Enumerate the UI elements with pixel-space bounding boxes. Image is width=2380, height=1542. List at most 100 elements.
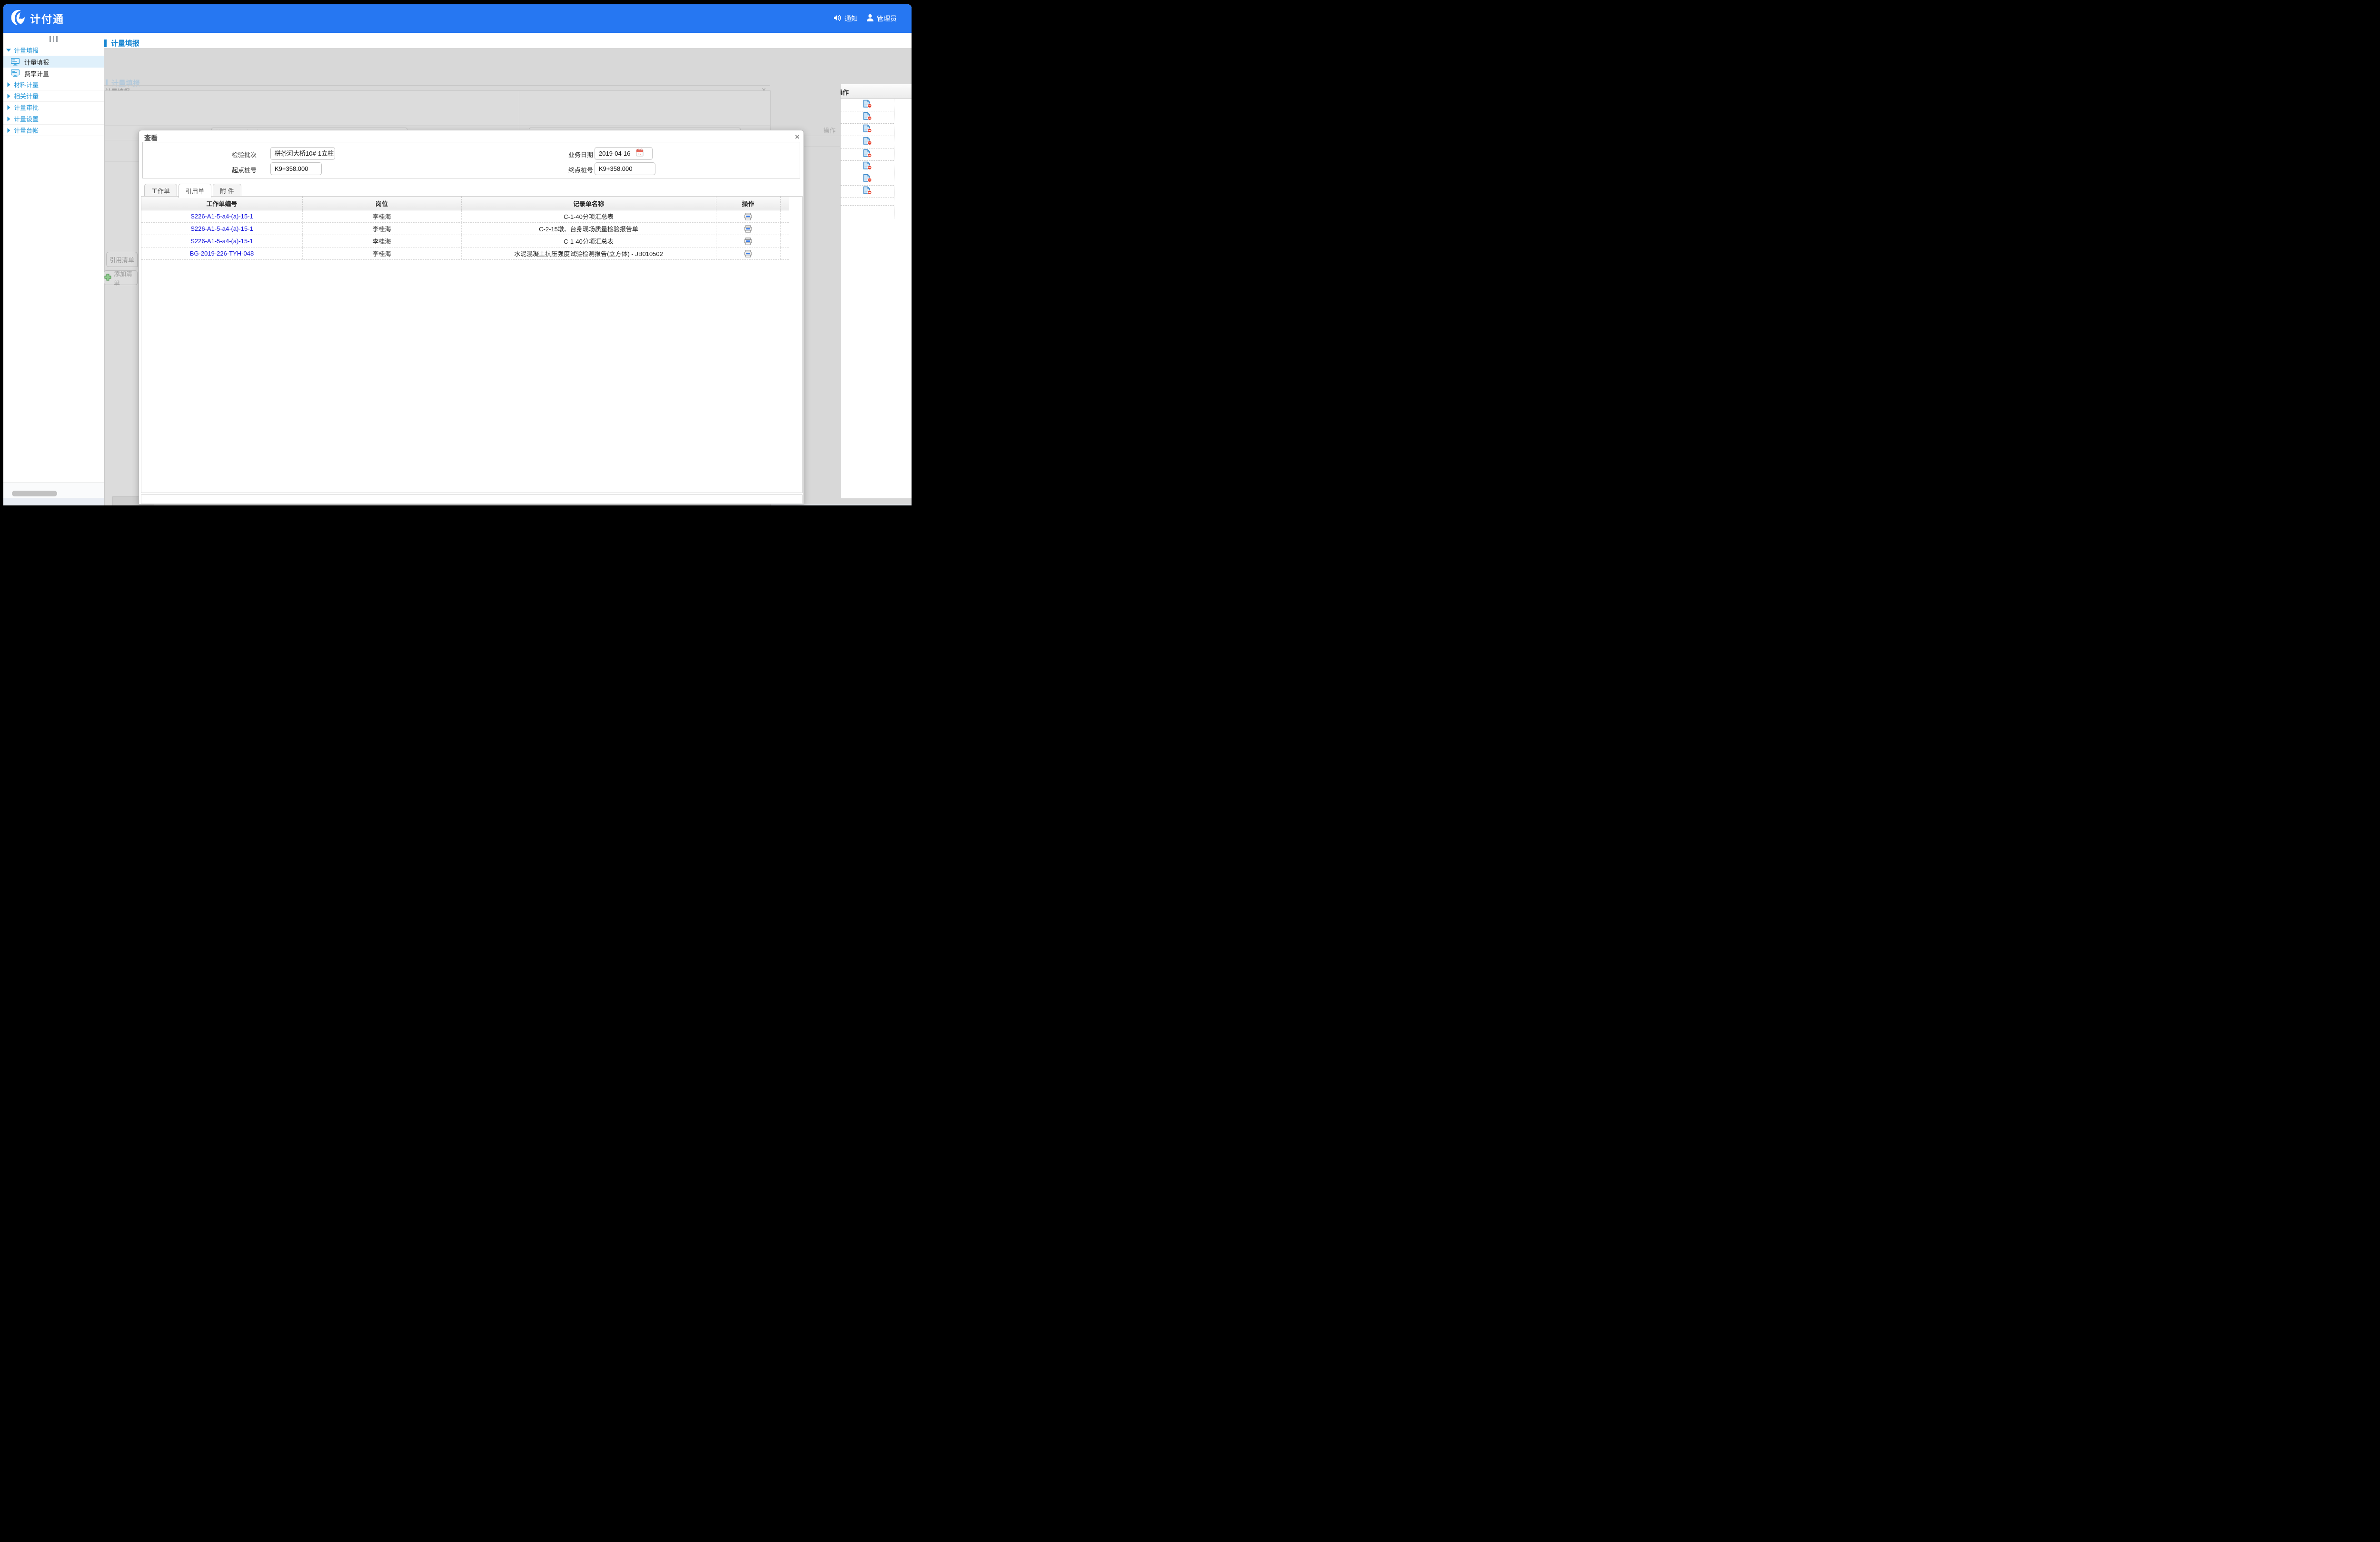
cell-record-name: C-2-15墩、台身现场质量检验报告单	[461, 223, 716, 235]
page-title-accent-bar	[104, 40, 107, 47]
cell-record-name: 水泥混凝土抗压强度试验检测报告(立方体) - JB010502	[461, 247, 716, 259]
sidebar-group-0[interactable]: 计量填报	[3, 45, 104, 56]
start-stake-input[interactable]: K9+358.000	[270, 162, 322, 175]
printer-icon[interactable]	[744, 250, 752, 257]
tab-content-panel: 工作单编号岗位记录单名称操作S226-A1-5-a4-(a)-15-1李桂海C-…	[141, 196, 803, 493]
cell-work-order: S226-A1-5-a4-(a)-15-1	[141, 210, 303, 222]
caret-right-icon	[3, 82, 14, 87]
user-label: 管理员	[877, 14, 897, 23]
cell-actions	[716, 210, 781, 222]
cell-post: 李桂海	[302, 235, 462, 247]
page-title: 计量填报	[111, 38, 139, 48]
tab-2[interactable]: 附 件	[213, 184, 241, 197]
modal-fields-panel: 检验批次 栟茶河大桥10#-1立柱 业务日期 2019-04-16 17 起点桩…	[142, 142, 800, 178]
modal-tabs: 工作单引用单附 件	[144, 184, 241, 197]
calendar-icon[interactable]: 17	[636, 148, 644, 159]
start-label: 起点桩号	[204, 165, 257, 174]
svg-text:17: 17	[638, 153, 642, 156]
sidebar-group-6[interactable]: 计量设置	[3, 113, 104, 125]
sidebar-item-label: 费率计量	[24, 69, 49, 78]
doc-remove-icon	[863, 99, 872, 110]
table-row-0: S226-A1-5-a4-(a)-15-1李桂海C-1-40分项汇总表	[141, 210, 789, 223]
sidebar-item-1-active[interactable]: 计量填报	[3, 56, 104, 68]
sidebar-scrollbar-thumb[interactable]	[12, 491, 57, 496]
sidebar-group-4[interactable]: 相关计量	[3, 90, 104, 102]
sidebar-group-5[interactable]: 计量审批	[3, 102, 104, 113]
remove-document-button[interactable]	[841, 99, 894, 111]
cell-work-order: S226-A1-5-a4-(a)-15-1	[141, 223, 303, 235]
cell-post: 李桂海	[302, 223, 462, 235]
sidebar-group-3[interactable]: 材料计量	[3, 79, 104, 90]
remove-document-button[interactable]	[841, 136, 894, 148]
quote-list-tab: 引用清单	[106, 252, 138, 267]
column-header-3: 操作	[716, 197, 781, 210]
work-order-link[interactable]: BG-2019-226-TYH-048	[190, 250, 254, 257]
reference-table: 工作单编号岗位记录单名称操作S226-A1-5-a4-(a)-15-1李桂海C-…	[141, 197, 789, 260]
remove-document-button[interactable]	[841, 111, 894, 124]
sidebar-scrollbar[interactable]	[3, 482, 104, 498]
caret-right-icon	[3, 94, 14, 99]
sidebar: 计量填报计量填报费率计量材料计量相关计量计量审批计量设置计量台帐	[3, 33, 104, 482]
end-label: 终点桩号	[541, 165, 593, 174]
batch-input[interactable]: 栟茶河大桥10#-1立柱	[270, 147, 335, 160]
printer-icon[interactable]	[744, 237, 752, 245]
table-row-1: S226-A1-5-a4-(a)-15-1 李桂海C-2-15墩、台身现场质量检验…	[141, 223, 789, 235]
tab-0[interactable]: 工作单	[144, 184, 177, 197]
sidebar-group-label: 计量填报	[14, 46, 39, 55]
user-icon	[866, 14, 874, 23]
sidebar-item-label: 计量填报	[24, 58, 49, 67]
remove-document-button[interactable]	[841, 123, 894, 136]
remove-document-button[interactable]	[841, 173, 894, 186]
sidebar-group-label: 材料计量	[14, 80, 39, 89]
cell-actions	[716, 223, 781, 235]
doc-remove-icon	[863, 112, 872, 123]
work-order-link[interactable]: S226-A1-5-a4-(a)-15-1	[190, 237, 253, 245]
remove-document-button[interactable]	[841, 160, 894, 173]
column-header-0: 工作单编号	[141, 197, 303, 210]
caret-right-icon	[3, 117, 14, 121]
cell-post: 李桂海	[302, 210, 462, 222]
caret-right-icon	[3, 128, 14, 133]
doc-remove-icon	[863, 137, 872, 148]
sidebar-group-7[interactable]: 计量台帐	[3, 125, 104, 136]
sidebar-group-label: 计量设置	[14, 114, 39, 123]
work-order-link[interactable]: S226-A1-5-a4-(a)-15-1	[190, 213, 253, 220]
date-input[interactable]: 2019-04-16	[595, 147, 653, 160]
cell-record-name: C-1-40分项汇总表	[461, 235, 716, 247]
sidebar-item-2[interactable]: 费率计量	[3, 68, 104, 79]
view-modal: 查看 × 检验批次 栟茶河大桥10#-1立柱 业务日期 2019-04-16 1…	[139, 130, 804, 504]
doc-remove-icon	[863, 124, 872, 135]
sidebar-group-label: 计量审批	[14, 103, 39, 112]
cell-actions	[716, 247, 781, 259]
cell-actions	[716, 235, 781, 247]
sidebar-group-label: 计量台帐	[14, 126, 39, 135]
table-row-3: BG-2019-226-TYH-048 李桂海水泥混凝土抗压强度试验检测报告(立方…	[141, 247, 789, 260]
column-header-1: 岗位	[302, 197, 462, 210]
actions-side-table: 操作	[840, 84, 912, 498]
brand-swirl-icon	[10, 10, 26, 28]
remove-document-button[interactable]	[841, 185, 894, 198]
printer-icon[interactable]	[744, 213, 752, 220]
user-menu[interactable]: 管理员	[866, 4, 897, 33]
work-order-link[interactable]: S226-A1-5-a4-(a)-15-1	[190, 225, 253, 232]
tab-1-active[interactable]: 引用单	[178, 184, 211, 198]
batch-label: 检验批次	[204, 150, 257, 159]
caret-right-icon	[3, 105, 14, 110]
table-row-2: S226-A1-5-a4-(a)-15-1 李桂海C-1-40分项汇总表	[141, 235, 789, 247]
printer-icon[interactable]	[744, 225, 752, 233]
doc-remove-icon	[863, 174, 872, 185]
top-header-bar: 计付通 通知 管理员	[3, 4, 912, 33]
sidebar-collapse-grip[interactable]	[3, 33, 104, 45]
remove-document-button[interactable]	[841, 148, 894, 161]
date-label: 业务日期	[541, 150, 593, 159]
modal-bottom-strip	[141, 494, 803, 504]
monitor-icon	[11, 58, 20, 66]
actions-column-header: 操作	[841, 84, 912, 99]
notifications-button[interactable]: 通知	[833, 4, 858, 33]
background-dialog-top-border	[104, 85, 770, 86]
doc-remove-icon	[863, 149, 872, 160]
sidebar-menu: 计量填报计量填报费率计量材料计量相关计量计量审批计量设置计量台帐	[3, 45, 104, 136]
cell-post: 李桂海	[302, 247, 462, 259]
modal-close-icon[interactable]: ×	[795, 132, 800, 142]
end-stake-input[interactable]: K9+358.000	[595, 162, 655, 175]
